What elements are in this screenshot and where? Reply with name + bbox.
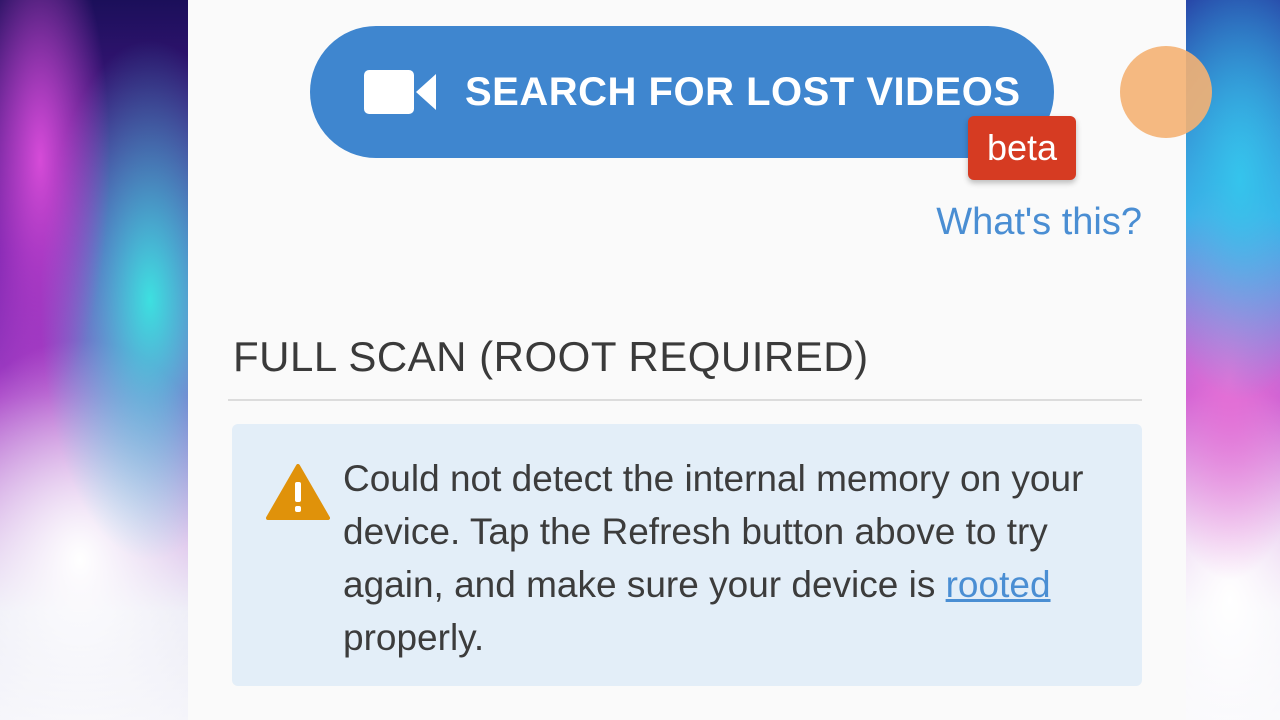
floating-action-button[interactable] — [1120, 46, 1212, 138]
warning-triangle-icon — [266, 464, 330, 520]
app-panel: SEARCH FOR LOST VIDEOS beta What's this?… — [188, 0, 1212, 720]
warning-text-after: properly. — [343, 617, 485, 658]
beta-badge: beta — [968, 116, 1076, 180]
rooted-link[interactable]: rooted — [946, 564, 1051, 605]
video-camera-icon — [364, 70, 436, 114]
screen: SEARCH FOR LOST VIDEOS beta What's this?… — [0, 0, 1280, 720]
search-lost-videos-button[interactable]: SEARCH FOR LOST VIDEOS — [310, 26, 1054, 158]
warning-text: Could not detect the internal memory on … — [343, 452, 1123, 664]
search-lost-videos-label: SEARCH FOR LOST VIDEOS — [465, 70, 1021, 114]
full-scan-section-title: FULL SCAN (ROOT REQUIRED) — [233, 333, 869, 380]
background-video-left — [0, 0, 200, 720]
whats-this-link[interactable]: What's this? — [936, 198, 1142, 246]
section-divider — [228, 399, 1142, 401]
root-warning-message: Could not detect the internal memory on … — [232, 424, 1142, 686]
